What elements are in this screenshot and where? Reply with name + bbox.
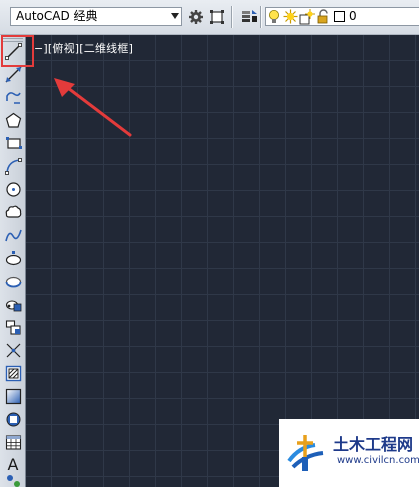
make-block-icon[interactable] — [3, 317, 23, 337]
circle-icon[interactable] — [3, 179, 23, 199]
text-icon[interactable]: A — [3, 455, 23, 475]
polyline-icon[interactable] — [3, 87, 23, 107]
line-tool-highlight — [1, 35, 34, 67]
toolbar-separator — [260, 6, 262, 28]
color-square-icon[interactable] — [332, 7, 346, 26]
revision-cloud-icon[interactable] — [3, 202, 23, 222]
chevron-down-icon[interactable] — [171, 13, 179, 19]
polygon-icon[interactable] — [3, 110, 23, 130]
ellipse-icon[interactable] — [3, 248, 23, 268]
text-icon-label: A — [7, 455, 19, 474]
gradient-icon[interactable] — [3, 386, 23, 406]
ellipse-arc-icon[interactable] — [3, 271, 23, 291]
workspace-select[interactable]: AutoCAD 经典 — [10, 7, 182, 26]
viewport-sun-icon[interactable] — [299, 7, 315, 26]
lock-icon[interactable] — [316, 7, 332, 26]
insert-block-icon[interactable] — [3, 294, 23, 314]
civilcn-logo — [287, 435, 324, 471]
region-icon[interactable] — [3, 409, 23, 429]
workspace-toolbar: AutoCAD 经典 0 — [0, 0, 419, 35]
draw-toolbar: A — [0, 35, 26, 487]
watermark: 土木工程网 www.civilcn.com — [279, 419, 419, 487]
spline-icon[interactable] — [3, 225, 23, 245]
sun-icon[interactable] — [282, 7, 298, 26]
table-icon[interactable] — [3, 432, 23, 452]
gear-icon[interactable] — [186, 7, 205, 26]
annotation-arrow-icon — [54, 78, 132, 137]
hatch-icon[interactable] — [3, 363, 23, 383]
workspace-select-value: AutoCAD 经典 — [16, 9, 98, 23]
toolbar-separator — [231, 6, 233, 28]
watermark-title: 土木工程网 — [333, 435, 414, 454]
layer-name[interactable]: 0 — [349, 8, 357, 25]
construction-line-icon[interactable] — [3, 64, 23, 84]
arc-icon[interactable] — [3, 156, 23, 176]
viewport-label[interactable]: −][俯视][二维线框] — [34, 40, 133, 56]
lightbulb-icon[interactable] — [267, 7, 281, 26]
add-selected-icon[interactable] — [3, 475, 23, 487]
rectangle-icon[interactable] — [3, 133, 23, 153]
point-icon[interactable] — [3, 340, 23, 360]
workspace-frame-icon[interactable] — [207, 7, 226, 26]
layer-properties-icon[interactable] — [240, 7, 259, 26]
watermark-url: www.civilcn.com — [337, 455, 419, 466]
